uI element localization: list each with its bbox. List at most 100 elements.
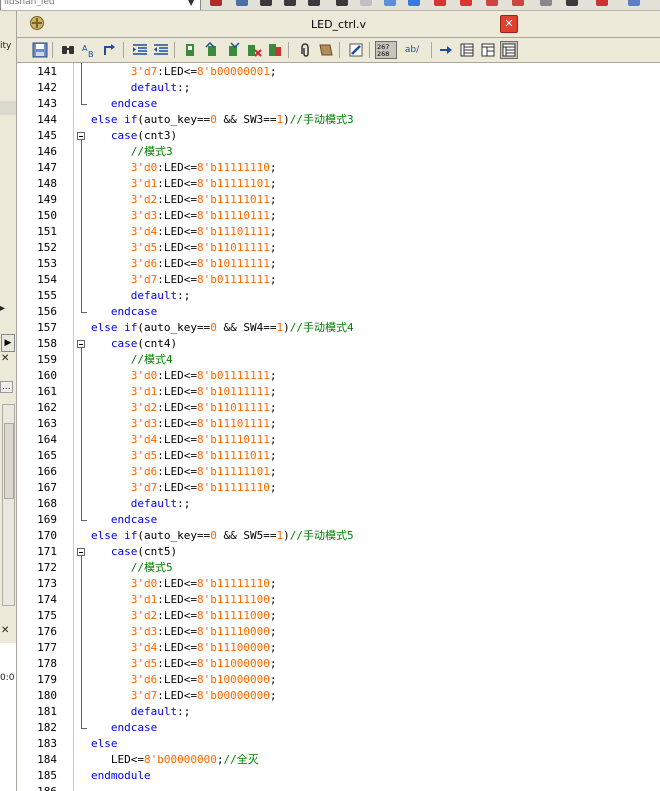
toolbar-icon-10[interactable] (434, 0, 446, 6)
code-line[interactable]: 3'd4:LED<=8'b11101111; (91, 224, 277, 240)
code-line[interactable]: 3'd1:LED<=8'b11111100; (91, 592, 277, 608)
code-line[interactable]: case(cnt4) (91, 336, 177, 352)
columns-icon[interactable] (458, 41, 476, 59)
fold-toggle-icon[interactable] (77, 132, 85, 140)
code-line[interactable]: 3'd2:LED<=8'b11111000; (91, 608, 277, 624)
code-line[interactable]: 3'd6:LED<=8'b10000000; (91, 672, 277, 688)
fold-toggle-icon[interactable] (77, 548, 85, 556)
indent-icon[interactable] (131, 41, 149, 59)
code-line[interactable]: 3'd3:LED<=8'b11110111; (91, 208, 277, 224)
code-token: 8'b10111111 (197, 257, 270, 270)
layout-icon[interactable] (479, 41, 497, 59)
code-line[interactable]: 3'd6:LED<=8'b10111111; (91, 256, 277, 272)
toolbar-icon-6[interactable] (336, 0, 348, 6)
outdent-icon[interactable] (152, 41, 170, 59)
toolbar-icon-15[interactable] (566, 0, 578, 6)
code-area[interactable]: 141 142 143 144 145 146 147 148 149 150 151 152 153 1… (17, 63, 660, 791)
bookmark-prev-icon[interactable] (203, 41, 221, 59)
panel-more-button[interactable]: ... (0, 381, 13, 393)
replace-icon[interactable]: AB (80, 41, 98, 59)
toolbar-icon-13[interactable] (512, 0, 524, 6)
bookmark-list-icon[interactable] (266, 41, 284, 59)
code-line[interactable]: 3'd7:LED<=8'b11111110; (91, 480, 277, 496)
toolbar-icon-16[interactable] (596, 0, 608, 6)
fold-toggle-icon[interactable] (77, 340, 85, 348)
code-line[interactable]: endmodule (91, 768, 151, 784)
toolbar-icon-2[interactable] (236, 0, 248, 6)
code-line[interactable]: 3'd2:LED<=8'b11111011; (91, 192, 277, 208)
code-line[interactable]: else (91, 736, 118, 752)
expand-arrow-button[interactable]: ▶ (1, 334, 15, 352)
code-line[interactable]: 3'd0:LED<=8'b01111111; (91, 368, 277, 384)
code-line[interactable]: LED<=8'b00000000;//全灭 (91, 752, 259, 768)
toolbar-icon-9[interactable] (408, 0, 420, 6)
toolbar-icon-8[interactable] (384, 0, 396, 6)
code-line[interactable]: 3'd1:LED<=8'b11111101; (91, 176, 277, 192)
find-icon[interactable] (59, 41, 77, 59)
code-line[interactable]: 3'd1:LED<=8'b10111111; (91, 384, 277, 400)
code-line[interactable]: case(cnt5) (91, 544, 177, 560)
code-line[interactable]: else if(auto_key==0 && SW5==1)//手动模式5 (91, 528, 354, 544)
close-icon[interactable]: ✕ (500, 15, 518, 33)
comment-icon[interactable] (317, 41, 335, 59)
scrollbar-thumb[interactable] (4, 423, 14, 499)
save-icon[interactable] (31, 41, 49, 59)
code-line[interactable]: endcase (91, 96, 157, 112)
line-numbers-toggle[interactable]: 267 268 (375, 41, 397, 59)
wrap-toggle[interactable]: ab/ (400, 41, 424, 59)
code-token: ; (269, 641, 277, 654)
code-line[interactable]: 3'd7:LED<=8'b00000000; (91, 688, 277, 704)
code-line[interactable]: 3'd6:LED<=8'b11111101; (91, 464, 277, 480)
code-line[interactable]: 3'd0:LED<=8'b11111110; (91, 160, 277, 176)
code-line[interactable]: 3'd3:LED<=8'b11110000; (91, 624, 277, 640)
toolbar-icon-11[interactable] (460, 0, 472, 6)
goto-icon[interactable] (101, 41, 119, 59)
project-dropdown[interactable]: iidshan_led (0, 0, 201, 10)
close-icon[interactable]: ✕ (1, 625, 9, 636)
code-line[interactable]: default:; (91, 288, 191, 304)
toolbar-icon-1[interactable] (210, 0, 222, 6)
toolbar-icon-4[interactable] (284, 0, 296, 6)
code-token: ; (269, 385, 277, 398)
code-line[interactable]: 3'd5:LED<=8'b11011111; (91, 240, 277, 256)
toolbar-icon-14[interactable] (540, 0, 552, 6)
code-line[interactable]: else if(auto_key==0 && SW4==1)//手动模式4 (91, 320, 354, 336)
code-line[interactable]: default:; (91, 496, 191, 512)
code-line[interactable]: else if(auto_key==0 && SW3==1)//手动模式3 (91, 112, 354, 128)
code-token: 3'd2 (130, 609, 158, 622)
code-line[interactable]: 3'd7:LED<=8'b01111111; (91, 272, 277, 288)
code-line[interactable]: //模式3 (91, 144, 173, 160)
bookmark-icon[interactable] (182, 41, 200, 59)
close-icon[interactable]: ✕ (1, 353, 9, 364)
toolbar-icon-5[interactable] (308, 0, 320, 6)
bookmark-clear-icon[interactable] (245, 41, 263, 59)
code-line[interactable]: case(cnt3) (91, 128, 177, 144)
edit-icon[interactable] (347, 41, 365, 59)
split-view-icon[interactable] (500, 41, 518, 59)
toolbar-icon-12[interactable] (486, 0, 498, 6)
code-line[interactable]: 3'd4:LED<=8'b11110111; (91, 432, 277, 448)
code-line[interactable]: 3'd0:LED<=8'b11111110; (91, 576, 277, 592)
code-line[interactable]: endcase (91, 720, 157, 736)
bookmark-next-icon[interactable] (224, 41, 242, 59)
code-line[interactable]: 3'd7:LED<=8'b00000001; (91, 64, 277, 80)
code-line[interactable]: 3'd5:LED<=8'b11111011; (91, 448, 277, 464)
code-line[interactable]: 3'd4:LED<=8'b11100000; (91, 640, 277, 656)
code-line[interactable]: //模式5 (91, 560, 173, 576)
arrow-right-icon[interactable] (437, 41, 455, 59)
code-line[interactable]: endcase (91, 304, 157, 320)
code-line[interactable]: default:; (91, 80, 191, 96)
code-line[interactable]: endcase (91, 512, 157, 528)
toolbar-icon-3[interactable] (260, 0, 272, 6)
panel-scrollbar[interactable] (2, 404, 15, 606)
toolbar-icon-7[interactable] (360, 0, 372, 6)
dropdown-arrow-icon[interactable]: ▼ (188, 0, 194, 7)
toolbar-icon-17[interactable] (628, 0, 640, 6)
code-line[interactable]: 3'd2:LED<=8'b11011111; (91, 400, 277, 416)
code-line[interactable]: default:; (91, 704, 191, 720)
code-line[interactable]: 3'd3:LED<=8'b11101111; (91, 416, 277, 432)
code-line[interactable]: //模式4 (91, 352, 173, 368)
attach-icon[interactable] (296, 41, 314, 59)
code-line[interactable]: 3'd5:LED<=8'b11000000; (91, 656, 277, 672)
